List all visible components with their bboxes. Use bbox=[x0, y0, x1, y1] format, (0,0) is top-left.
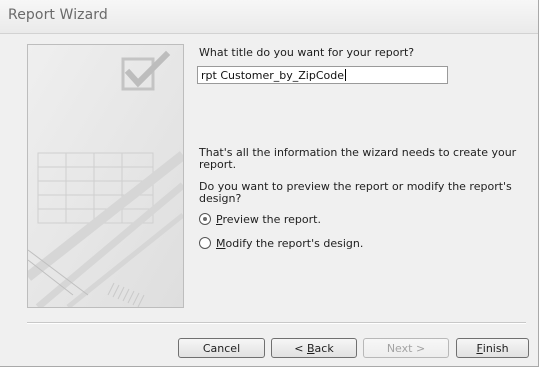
info-text: That's all the information the wizard ne… bbox=[199, 146, 517, 171]
next-button[interactable]: Next > bbox=[363, 338, 449, 358]
preview-report-option[interactable]: Preview the report. bbox=[199, 212, 321, 226]
preview-question-text: Do you want to preview the report or mod… bbox=[199, 180, 512, 205]
footer-divider bbox=[27, 322, 526, 324]
wizard-side-image bbox=[27, 44, 184, 308]
modify-radio[interactable] bbox=[199, 237, 211, 249]
report-wizard-window: Report Wizard What title do you want for… bbox=[0, 0, 539, 367]
report-title-label: What title do you want for your report? bbox=[199, 46, 415, 59]
report-title-value: rpt Customer_by_ZipCode bbox=[201, 68, 344, 82]
window-title: Report Wizard bbox=[8, 7, 108, 23]
preview-radio[interactable] bbox=[199, 213, 211, 225]
modify-design-option[interactable]: Modify the report's design. bbox=[199, 236, 363, 250]
title-bar: Report Wizard bbox=[0, 0, 538, 34]
wizard-illustration-icon bbox=[28, 45, 183, 307]
preview-radio-label: Preview the report. bbox=[216, 212, 321, 226]
back-button[interactable]: < Back bbox=[271, 338, 357, 358]
finish-button[interactable]: Finish bbox=[456, 338, 529, 358]
cancel-button[interactable]: Cancel bbox=[178, 338, 265, 358]
report-title-input[interactable]: rpt Customer_by_ZipCode bbox=[197, 66, 448, 84]
text-caret bbox=[344, 69, 346, 81]
modify-radio-label: Modify the report's design. bbox=[216, 236, 364, 250]
